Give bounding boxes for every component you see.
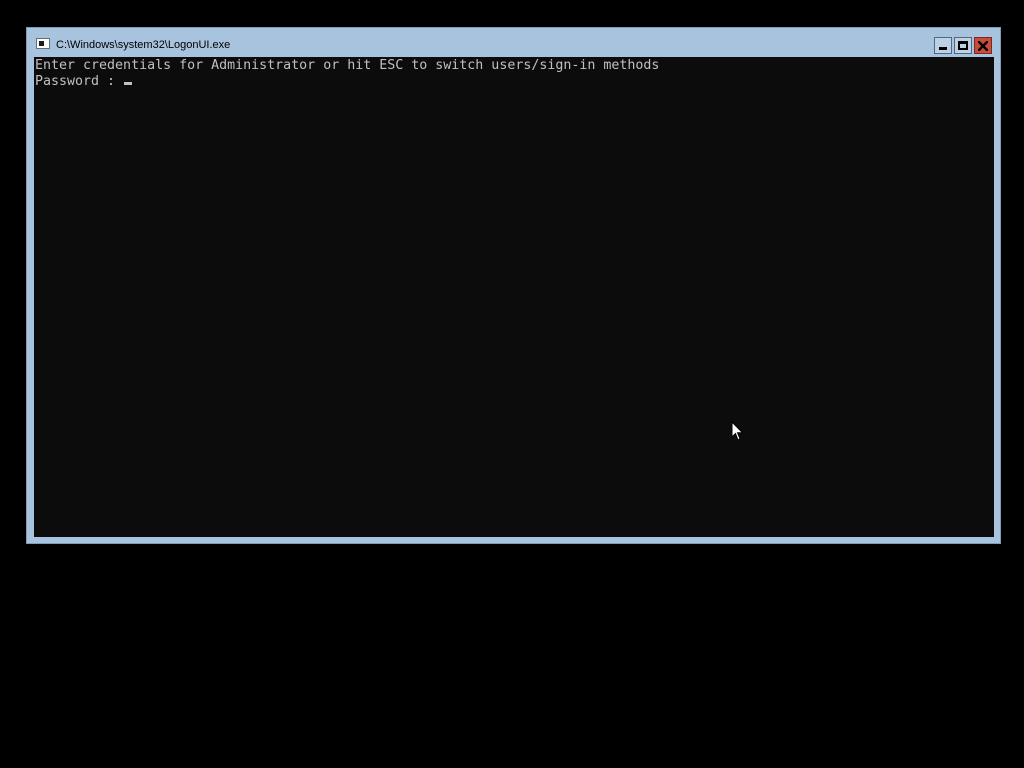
window-title: C:\Windows\system32\LogonUI.exe: [56, 39, 231, 51]
password-label: Password :: [35, 74, 124, 89]
mouse-pointer-icon: [731, 421, 744, 441]
logonui-console-window[interactable]: C:\Windows\system32\LogonUI.exe Enter cr…: [26, 27, 1001, 544]
console-window-icon[interactable]: [36, 38, 50, 49]
desktop-background: C:\Windows\system32\LogonUI.exe Enter cr…: [0, 0, 1024, 768]
minimize-button[interactable]: [934, 37, 952, 54]
title-bar[interactable]: C:\Windows\system32\LogonUI.exe: [27, 28, 1000, 57]
close-button[interactable]: [974, 37, 992, 54]
close-icon: [978, 41, 988, 51]
password-line: Password :: [35, 74, 994, 90]
console-output[interactable]: Enter credentials for Administrator or h…: [34, 57, 994, 537]
maximize-button[interactable]: [954, 37, 972, 54]
password-input[interactable]: [123, 74, 133, 89]
text-cursor: [124, 82, 133, 85]
credentials-prompt: Enter credentials for Administrator or h…: [35, 58, 660, 73]
